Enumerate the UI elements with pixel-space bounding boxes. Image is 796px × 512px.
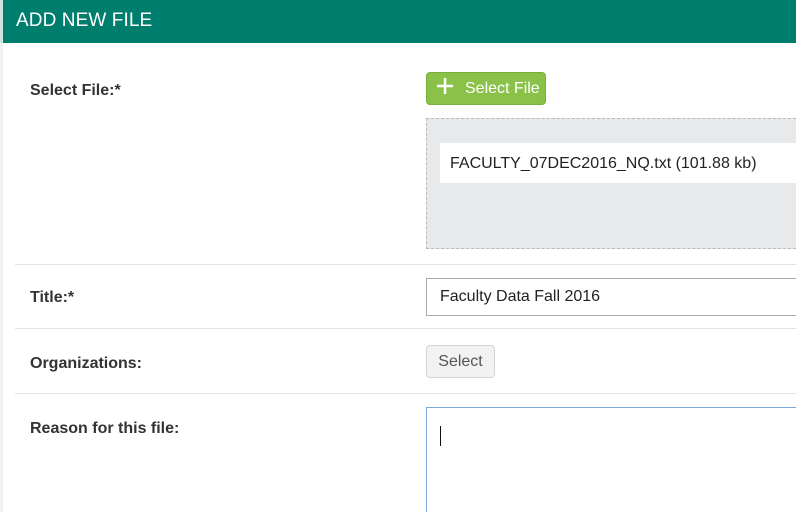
- header-edge: [0, 0, 3, 43]
- select-file-button[interactable]: Select File: [426, 72, 546, 105]
- organizations-label: Organizations:: [30, 355, 143, 372]
- row-divider: [15, 328, 796, 329]
- organizations-select-button-label: Select: [438, 353, 483, 370]
- add-new-file-panel: ADD NEW FILE Select File:* Select File F…: [0, 0, 796, 512]
- row-divider: [15, 264, 796, 265]
- row-divider: [15, 393, 796, 394]
- text-caret: [440, 426, 441, 446]
- file-drop-zone[interactable]: FACULTY_07DEC2016_NQ.txt (101.88 kb): [426, 118, 796, 249]
- file-name: FACULTY_07DEC2016_NQ.txt (101.88 kb): [450, 155, 757, 172]
- panel-edge: [0, 43, 3, 512]
- organizations-select-button[interactable]: Select: [426, 345, 495, 378]
- plus-icon: [437, 78, 453, 94]
- panel-title: ADD NEW FILE: [16, 10, 153, 31]
- panel-header: ADD NEW FILE: [0, 0, 796, 43]
- title-input[interactable]: [426, 278, 796, 316]
- select-file-button-label: Select File: [465, 80, 540, 97]
- reason-textarea[interactable]: [426, 407, 796, 512]
- file-list-item[interactable]: FACULTY_07DEC2016_NQ.txt (101.88 kb): [440, 143, 796, 183]
- title-label: Title:*: [30, 289, 75, 306]
- reason-label: Reason for this file:: [30, 420, 180, 437]
- select-file-label: Select File:*: [30, 82, 121, 99]
